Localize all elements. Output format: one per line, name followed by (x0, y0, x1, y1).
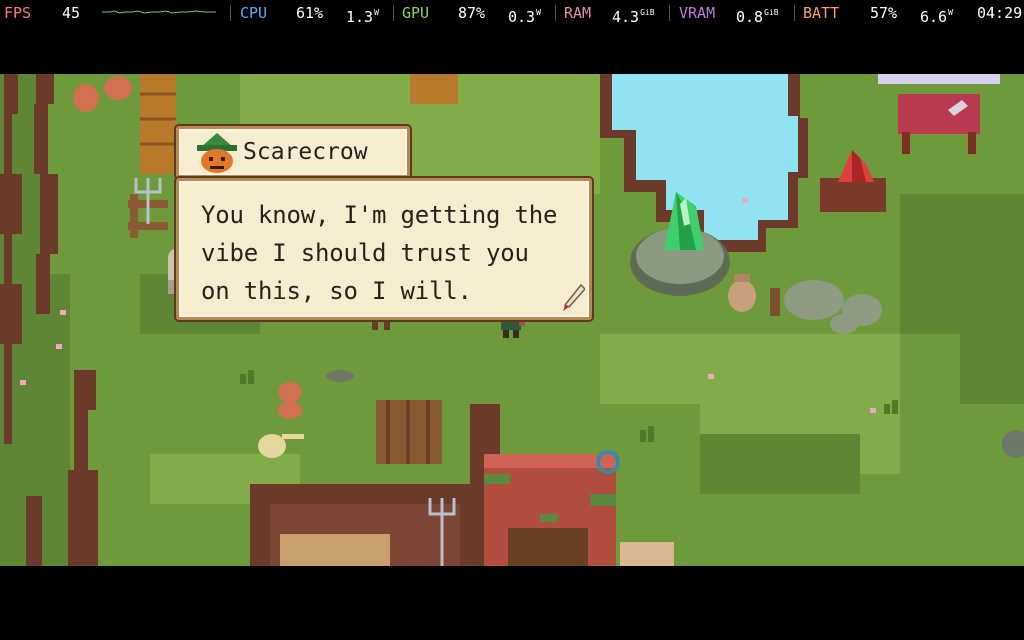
separator (555, 5, 556, 21)
dialogue-box[interactable]: You know, I'm getting the vibe I should … (176, 178, 592, 320)
separator (230, 5, 231, 21)
speaker-name-box: Scarecrow (176, 126, 410, 178)
clock: 04:29 (977, 4, 1023, 22)
fps-label: FPS (4, 4, 32, 22)
gpu-load: 87% (458, 4, 486, 22)
separator (669, 5, 670, 21)
speaker-name: Scarecrow (243, 139, 368, 165)
fps-graph (102, 10, 216, 14)
cpu-label: CPU (240, 4, 268, 22)
dialogue-line: You know, I'm getting the (201, 201, 558, 229)
vram-label: VRAM (679, 4, 716, 22)
batt-percent: 57% (870, 4, 898, 22)
scarecrow-pumpkin-portrait-icon (197, 133, 237, 173)
batt-label: BATT (803, 4, 840, 22)
cpu-load: 61% (296, 4, 324, 22)
ram-label: RAM (564, 4, 592, 22)
gpu-label: GPU (402, 4, 430, 22)
quill-icon[interactable] (561, 283, 585, 313)
separator (794, 5, 795, 21)
dialogue-line: on this, so I will. (201, 277, 472, 305)
letterbox-bottom (0, 566, 1024, 640)
letterbox-top (0, 26, 1024, 74)
separator (393, 5, 394, 21)
performance-overlay: FPS 45 CPU 61% 1.3W GPU 87% 0.3W RAM 4.3… (0, 0, 1024, 26)
fps-value: 45 (62, 4, 81, 22)
game-viewport[interactable]: Scarecrow You know, I'm getting the vibe… (0, 74, 1024, 566)
dialogue-line: vibe I should trust you (201, 239, 529, 267)
